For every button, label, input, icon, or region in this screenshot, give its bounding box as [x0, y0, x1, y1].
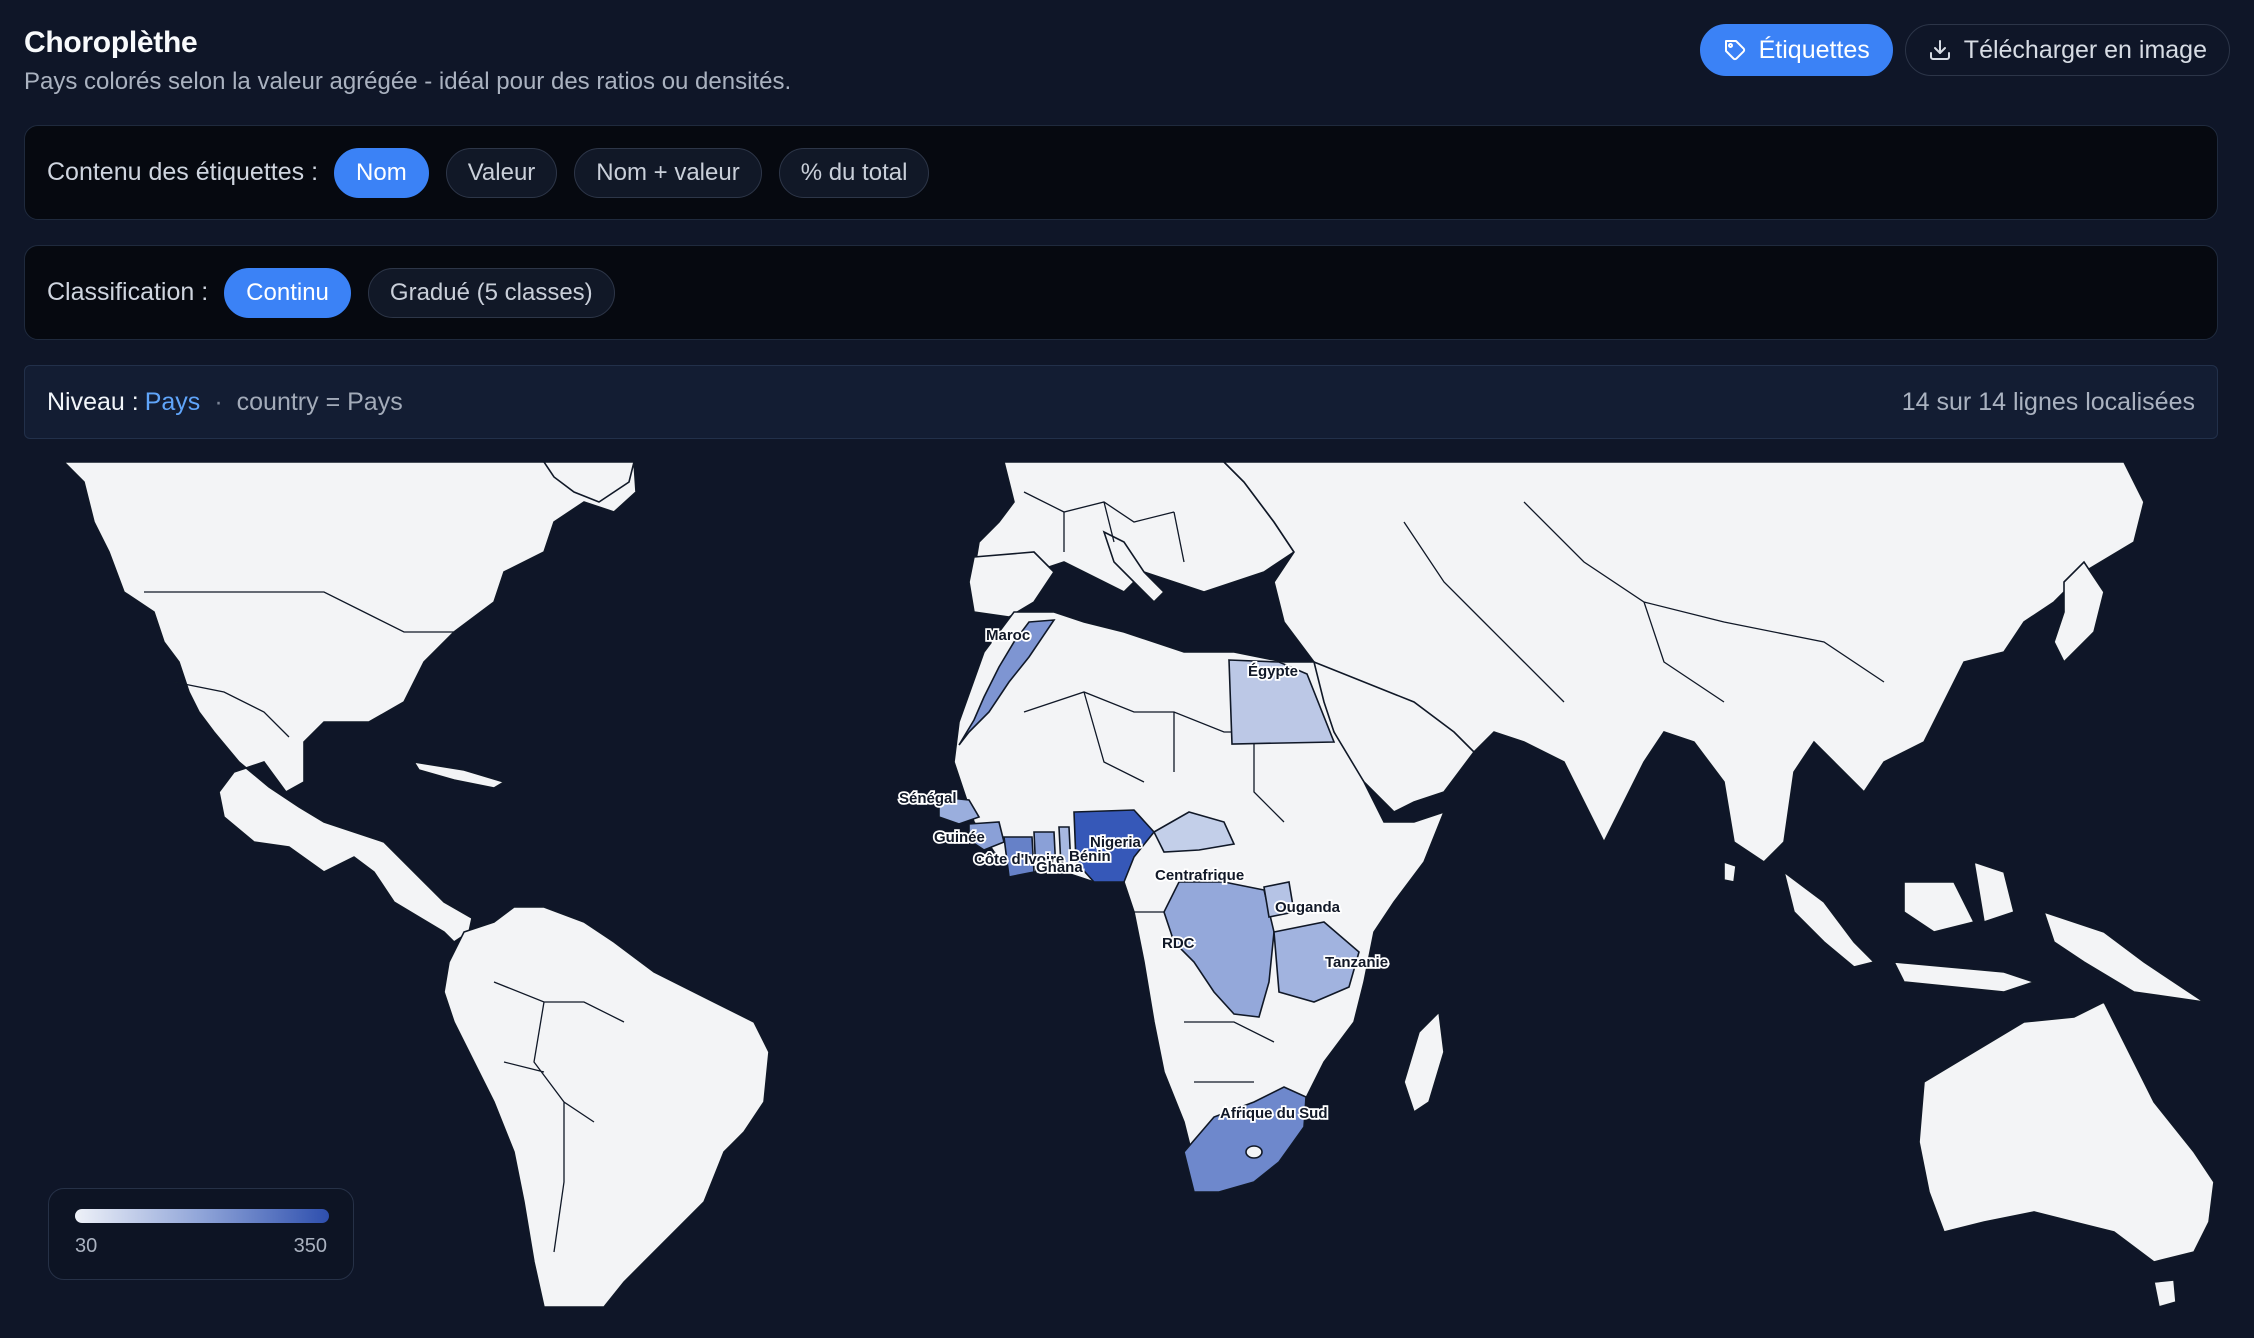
tag-icon — [1724, 40, 1745, 61]
sri-lanka-island[interactable] — [1723, 860, 1737, 883]
label-option-percent[interactable]: % du total — [778, 147, 930, 198]
classification-panel: Classification : Continu Gradué (5 class… — [24, 245, 2218, 340]
lesotho-enclave[interactable] — [1245, 1145, 1263, 1159]
level-separator: · — [214, 387, 223, 416]
level-key: Niveau : — [47, 387, 139, 416]
choropleth-map[interactable]: Maroc Égypte Sénégal Guinée Côte d'Ivoir… — [24, 462, 2218, 1307]
level-field-mapping: country = Pays — [236, 387, 403, 416]
country-label: Ouganda — [1275, 899, 1341, 916]
world-map-svg[interactable]: Maroc Égypte Sénégal Guinée Côte d'Ivoir… — [24, 462, 2218, 1307]
country-label: RDC — [1162, 935, 1195, 952]
labels-toggle-button[interactable]: Étiquettes — [1699, 24, 1893, 76]
label-content-panel: Contenu des étiquettes : Nom Valeur Nom … — [24, 125, 2218, 220]
label-option-name[interactable]: Nom — [334, 147, 429, 198]
country-label: Sénégal — [899, 790, 957, 807]
labels-button-label: Étiquettes — [1758, 35, 1870, 64]
header-actions: Étiquettes Télécharger en image — [1699, 24, 2230, 76]
page-title: Choroplèthe — [24, 26, 198, 59]
country-label: Afrique du Sud — [1220, 1105, 1328, 1122]
level-bar: Niveau : Pays · country = Pays 14 sur 14… — [24, 365, 2218, 439]
page-subtitle: Pays colorés selon la valeur agrégée - i… — [24, 68, 792, 95]
download-image-button[interactable]: Télécharger en image — [1904, 24, 2230, 76]
classification-option-graduated[interactable]: Gradué (5 classes) — [367, 267, 615, 318]
color-scale-legend: 30 350 — [48, 1188, 354, 1280]
download-icon — [1929, 40, 1950, 60]
country-label: Nigeria — [1090, 834, 1142, 851]
country-label: Tanzanie — [1325, 954, 1388, 971]
page-header: Choroplèthe Pays colorés selon la valeur… — [24, 22, 2230, 102]
country-label: Guinée — [934, 829, 985, 846]
classification-option-continuous[interactable]: Continu — [224, 267, 351, 318]
country-label: Maroc — [986, 627, 1030, 644]
country-label: Centrafrique — [1155, 867, 1244, 884]
download-button-label: Télécharger en image — [1963, 35, 2207, 64]
legend-max-value: 350 — [293, 1235, 327, 1257]
label-option-name-value[interactable]: Nom + valeur — [574, 147, 762, 198]
level-value[interactable]: Pays — [145, 388, 201, 417]
label-option-value[interactable]: Valeur — [445, 147, 558, 198]
color-gradient-bar — [75, 1209, 329, 1223]
country-label: Égypte — [1248, 663, 1298, 680]
label-content-label: Contenu des étiquettes : — [47, 158, 319, 186]
legend-min-value: 30 — [75, 1235, 98, 1257]
classification-label: Classification : — [47, 278, 209, 306]
located-rows-count: 14 sur 14 lignes localisées — [1901, 387, 2195, 416]
